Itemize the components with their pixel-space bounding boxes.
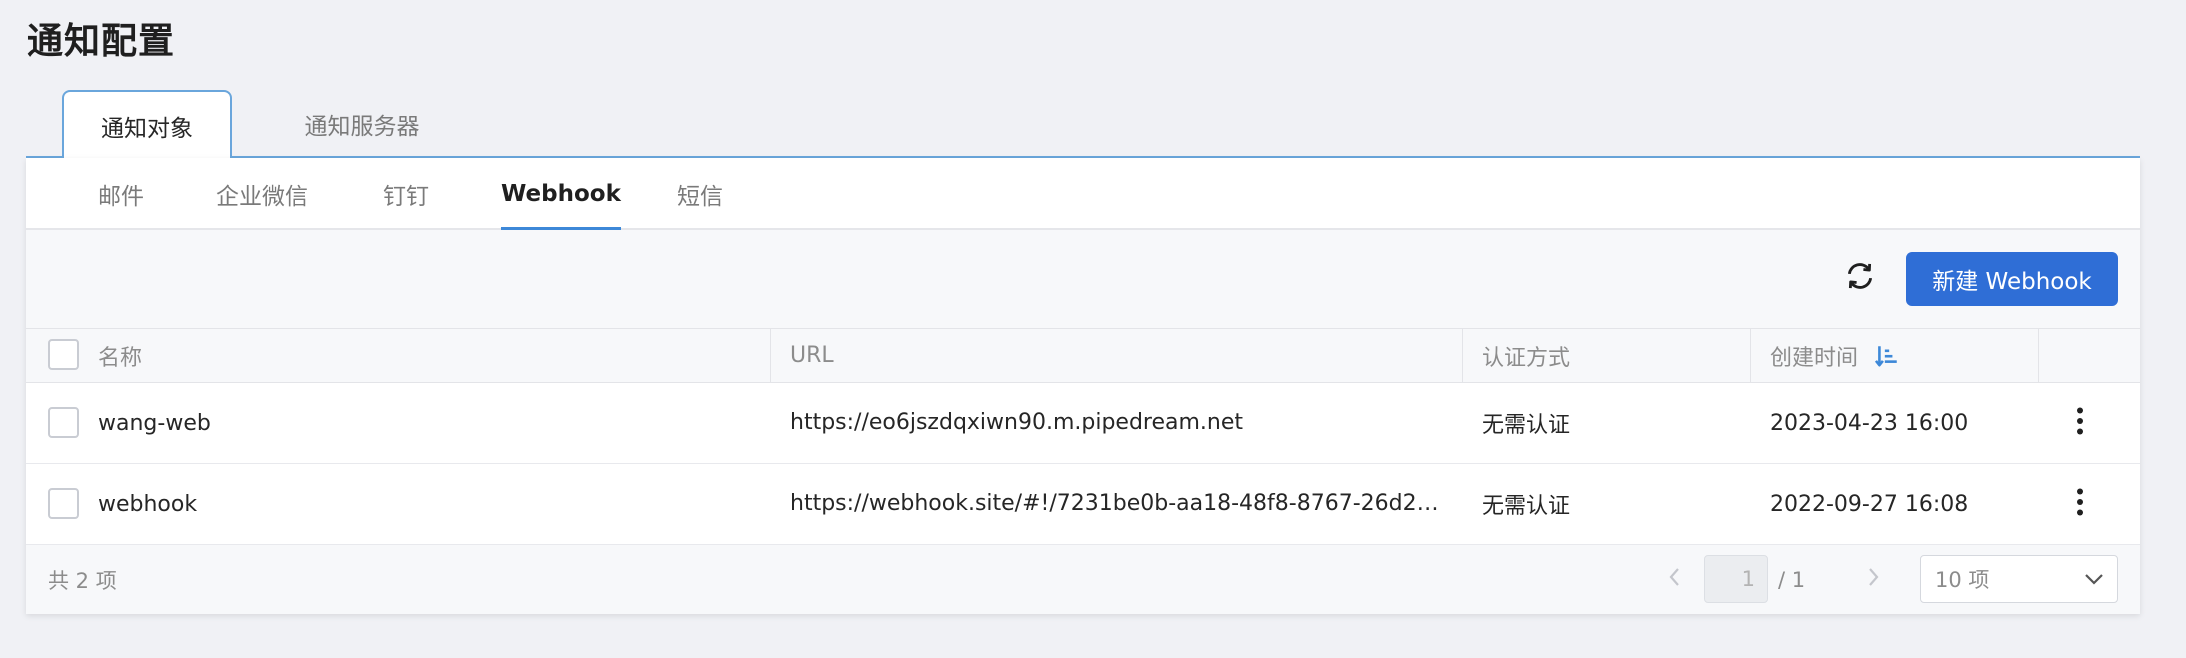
column-header-name: 名称 xyxy=(98,345,143,371)
column-header-created[interactable]: 创建时间 xyxy=(1770,329,1900,382)
tab-wecom[interactable]: 企业微信 xyxy=(216,158,308,230)
prev-page-button[interactable] xyxy=(1658,562,1692,596)
page-number-input[interactable] xyxy=(1704,555,1768,603)
chevron-left-icon xyxy=(1667,566,1683,592)
row-created: 2023-04-23 16:00 xyxy=(1770,410,1969,436)
refresh-button[interactable] xyxy=(1836,254,1884,302)
row-auth: 无需认证 xyxy=(1482,494,1571,519)
tab-dingtalk[interactable]: 钉钉 xyxy=(383,158,429,230)
chevron-right-icon xyxy=(1865,566,1881,592)
tab-webhook[interactable]: Webhook xyxy=(501,158,621,230)
table-header: 名称 URL 认证方式 创建时间 xyxy=(26,328,2140,383)
table-footer: 共 2 项 / 1 10 项 xyxy=(26,545,2140,614)
more-vertical-icon xyxy=(2076,407,2084,439)
row-name: webhook xyxy=(98,491,198,517)
page-title: 通知配置 xyxy=(27,21,176,62)
row-url: https://webhook.site/#!/7231be0b-aa18-48… xyxy=(790,491,1450,516)
page-total: / 1 xyxy=(1778,567,1806,592)
tab-sms[interactable]: 短信 xyxy=(677,158,723,230)
table-row[interactable]: webhook https://webhook.site/#!/7231be0b… xyxy=(26,464,2140,545)
page-size-value: 10 项 xyxy=(1935,568,1990,592)
column-header-created-label: 创建时间 xyxy=(1770,345,1859,371)
tab-email[interactable]: 邮件 xyxy=(98,158,144,230)
table-row[interactable]: wang-web https://eo6jszdqxiwn90.m.pipedr… xyxy=(26,383,2140,464)
column-divider xyxy=(1750,329,1751,382)
tab-notification-targets[interactable]: 通知对象 xyxy=(62,90,232,160)
row-checkbox[interactable] xyxy=(48,407,79,438)
row-checkbox[interactable] xyxy=(48,488,79,519)
toolbar: 新建 Webhook xyxy=(26,230,2140,328)
top-tab-bar: 通知对象 通知服务器 xyxy=(26,90,2140,160)
column-header-url: URL xyxy=(790,343,834,368)
row-auth: 无需认证 xyxy=(1482,413,1571,438)
select-all-checkbox[interactable] xyxy=(48,339,79,370)
row-more-button[interactable] xyxy=(2060,403,2100,443)
column-divider xyxy=(770,329,771,382)
refresh-icon xyxy=(1843,259,1877,297)
column-divider xyxy=(1462,329,1463,382)
next-page-button[interactable] xyxy=(1856,562,1890,596)
row-url: https://eo6jszdqxiwn90.m.pipedream.net xyxy=(790,410,1244,435)
main-panel: 邮件 企业微信 钉钉 Webhook 短信 新建 Webhook 名称 URL … xyxy=(26,158,2140,614)
row-created: 2022-09-27 16:08 xyxy=(1770,491,1969,517)
page-size-select[interactable]: 10 项 xyxy=(1920,555,2118,603)
chevron-down-icon xyxy=(2083,568,2105,590)
create-webhook-button[interactable]: 新建 Webhook xyxy=(1906,252,2118,306)
total-count: 共 2 项 xyxy=(48,568,117,593)
sort-descending-icon[interactable] xyxy=(1874,343,1900,369)
sub-tab-bar: 邮件 企业微信 钉钉 Webhook 短信 xyxy=(26,158,2140,230)
row-more-button[interactable] xyxy=(2060,484,2100,524)
column-divider xyxy=(2038,329,2039,382)
row-name: wang-web xyxy=(98,410,211,436)
column-header-auth: 认证方式 xyxy=(1482,345,1571,371)
more-vertical-icon xyxy=(2076,488,2084,520)
tab-notification-servers[interactable]: 通知服务器 xyxy=(272,90,452,158)
